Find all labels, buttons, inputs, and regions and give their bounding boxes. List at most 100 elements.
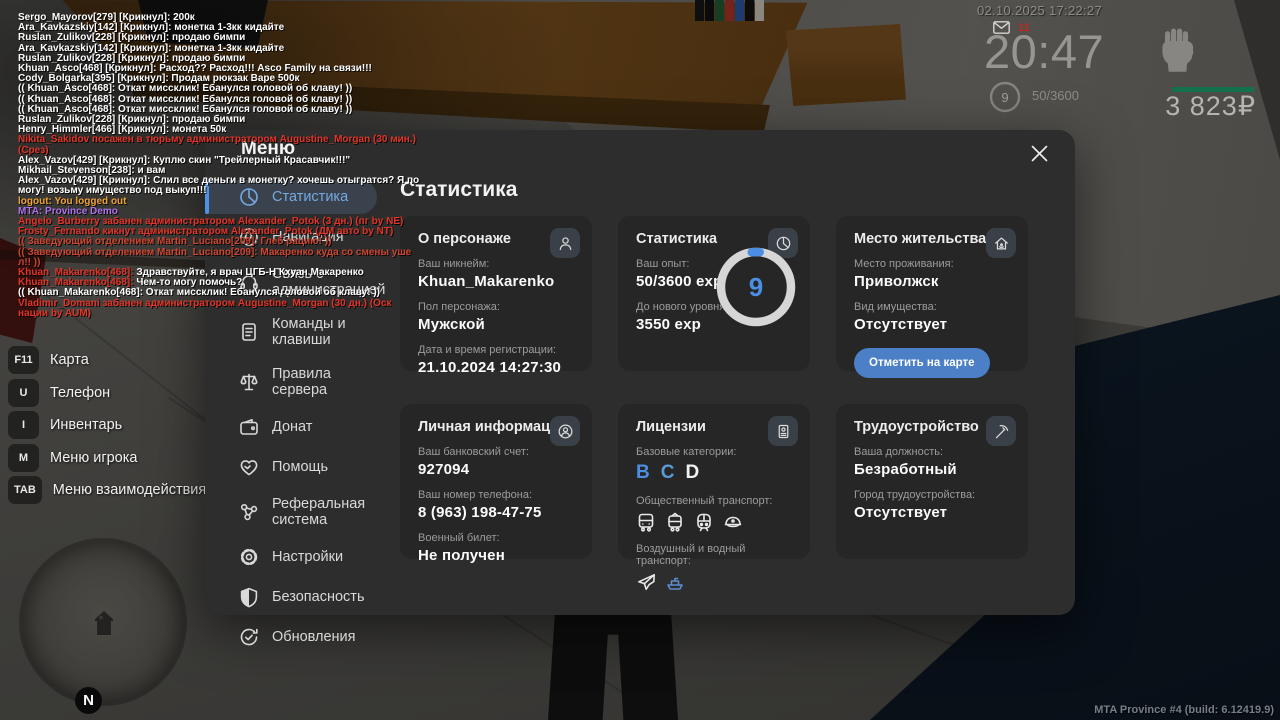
license-categories: BCD	[636, 462, 792, 484]
game-screen: Sergo_Mayorov[279] [Крикнул]: 200кAra_Ka…	[0, 0, 1280, 720]
mark-on-map-button[interactable]: Отметить на карте	[854, 348, 990, 378]
ship-icon	[665, 572, 685, 592]
bus-icon	[636, 512, 656, 532]
minimap: N	[21, 540, 185, 704]
person-icon	[557, 235, 574, 252]
sidebar-item-label: Обновления	[272, 629, 377, 645]
key-badge: F11	[8, 346, 39, 374]
cap-icon	[723, 512, 743, 532]
section-heading: Статистика	[400, 178, 1075, 202]
key-badge: U	[8, 379, 39, 407]
sidebar-item-label: Правила сервера	[272, 366, 377, 398]
chat-line: нации by AUM)	[18, 309, 470, 319]
sidebar-item-security[interactable]: Безопасность	[205, 580, 377, 614]
public-transport-licenses	[636, 512, 792, 532]
field-label: Базовые категории:	[636, 446, 792, 458]
keybind-row: F11 Карта	[8, 346, 206, 374]
field-value: Отсутствует	[854, 316, 1010, 333]
field-value: Отсутствует	[854, 504, 1010, 521]
field-label: Город трудоустройства:	[854, 489, 1010, 501]
hud-exp: 50/3600	[1032, 88, 1079, 103]
key-badge: TAB	[8, 476, 42, 504]
sidebar-item-settings[interactable]: Настройки	[205, 540, 377, 574]
tram-icon	[665, 512, 685, 532]
field-label: Место проживания:	[854, 258, 1010, 270]
person-badge	[550, 228, 580, 258]
sidebar-item-label: Настройки	[272, 549, 377, 565]
field-value: Приволжск	[854, 273, 1010, 290]
person-circle-icon	[557, 423, 574, 440]
stats-cards-grid: О персонажеВаш никнейм:Khuan_MakarenkoПо…	[400, 216, 1075, 559]
settings-icon	[238, 546, 260, 568]
field-label: Ваш номер телефона:	[418, 489, 574, 501]
sidebar-item-updates[interactable]: Обновления	[205, 620, 377, 654]
pickaxe-badge	[986, 416, 1016, 446]
help-icon	[238, 456, 260, 478]
chat-log: Sergo_Mayorov[279] [Крикнул]: 200кAra_Ka…	[18, 13, 470, 319]
referral-icon	[238, 501, 260, 523]
stat-card-licenses: ЛицензииБазовые категории:BCDОбщественны…	[618, 404, 810, 559]
license-category-C: C	[661, 462, 675, 484]
train-icon	[694, 512, 714, 532]
field-value: Не получен	[418, 547, 574, 564]
level-progress-ring: 9	[714, 245, 798, 329]
hud-datetime: 02.10.2025 17:22:27	[977, 3, 1102, 18]
field-label: Воздушный и водный транспорт:	[636, 543, 792, 567]
id-card-badge	[768, 416, 798, 446]
stat-card-fields: ТрудоустройствоВаша должность:Безработны…	[836, 404, 1028, 559]
level-number: 9	[988, 80, 1022, 114]
field-label: Военный билет:	[418, 532, 574, 544]
license-category-D: D	[685, 462, 699, 484]
commands-icon	[238, 321, 260, 343]
sidebar-item-label: Команды и клавиши	[272, 316, 377, 348]
field-label: Общественный транспорт:	[636, 495, 792, 507]
stat-card-fields: Личная информацияВаш банковский счет:927…	[400, 404, 592, 559]
sidebar-item-rules[interactable]: Правила сервера	[205, 360, 377, 404]
sidebar-item-label: Безопасность	[272, 589, 377, 605]
keybind-row: TAB Меню взаимодействия	[8, 476, 206, 504]
keybind-row: MМеню игрока	[8, 444, 206, 472]
field-label: Ваш банковский счет:	[418, 446, 574, 458]
id-card-icon	[775, 423, 792, 440]
field-value: 21.10.2024 14:27:30	[418, 359, 574, 376]
sidebar-item-label: Донат	[272, 419, 377, 435]
field-label: Дата и время регистрации:	[418, 344, 574, 356]
ring-level-number: 9	[714, 245, 798, 329]
chat-line: (( Заведующий отделением Martin_Luciano[…	[18, 248, 470, 258]
air-water-licenses	[636, 572, 792, 592]
field-value: 927094	[418, 461, 574, 478]
keybind-label: Меню взаимодействия	[53, 482, 206, 498]
donate-icon	[238, 416, 260, 438]
money-amount: 3 823₽	[1165, 91, 1256, 122]
rules-icon	[238, 371, 260, 393]
key-badge: M	[8, 444, 39, 472]
sidebar-item-label: Реферальная система	[272, 496, 377, 528]
home-icon	[993, 235, 1010, 252]
sidebar-item-help[interactable]: Помощь	[205, 450, 377, 484]
keybind-label: Карта	[50, 352, 89, 368]
keybind-row: IИнвентарь	[8, 411, 206, 439]
home-badge	[986, 228, 1016, 258]
person-circle-badge	[550, 416, 580, 446]
updates-icon	[238, 626, 260, 648]
sidebar-item-referral[interactable]: Реферальная система	[205, 490, 377, 534]
license-category-B: B	[636, 462, 650, 484]
sidebar-item-label: Помощь	[272, 459, 377, 475]
stat-card-stats: СтатистикаВаш опыт:50/3600 expДо нового …	[618, 216, 810, 371]
key-badge: I	[8, 411, 39, 439]
field-value: Безработный	[854, 461, 1010, 478]
sidebar-item-donate[interactable]: Донат	[205, 410, 377, 444]
field-value: 8 (963) 198-47-75	[418, 504, 574, 521]
keybind-hints: F11 Карта U Телефон IИнвентарь MМеню игрока TA…	[8, 346, 206, 509]
security-icon	[238, 586, 260, 608]
field-label: Ваша должность:	[854, 446, 1010, 458]
menu-content: Статистика О персонажеВаш никнейм:Khuan_…	[377, 130, 1075, 615]
version-text: MTA Province #4 (build: 6.12419.9)	[1094, 704, 1274, 716]
compass-north-badge: N	[75, 687, 102, 714]
level-ring: 9	[988, 80, 1022, 114]
chat-line: Nikita_Sakidov посажен в тюрьму админист…	[18, 135, 470, 145]
keybind-label: Телефон	[50, 385, 110, 401]
hud-clock: 20:47	[984, 24, 1104, 79]
keybind-row: U Телефон	[8, 379, 206, 407]
stat-card-residence: Место жительстваМесто проживания:Приволж…	[836, 216, 1028, 371]
